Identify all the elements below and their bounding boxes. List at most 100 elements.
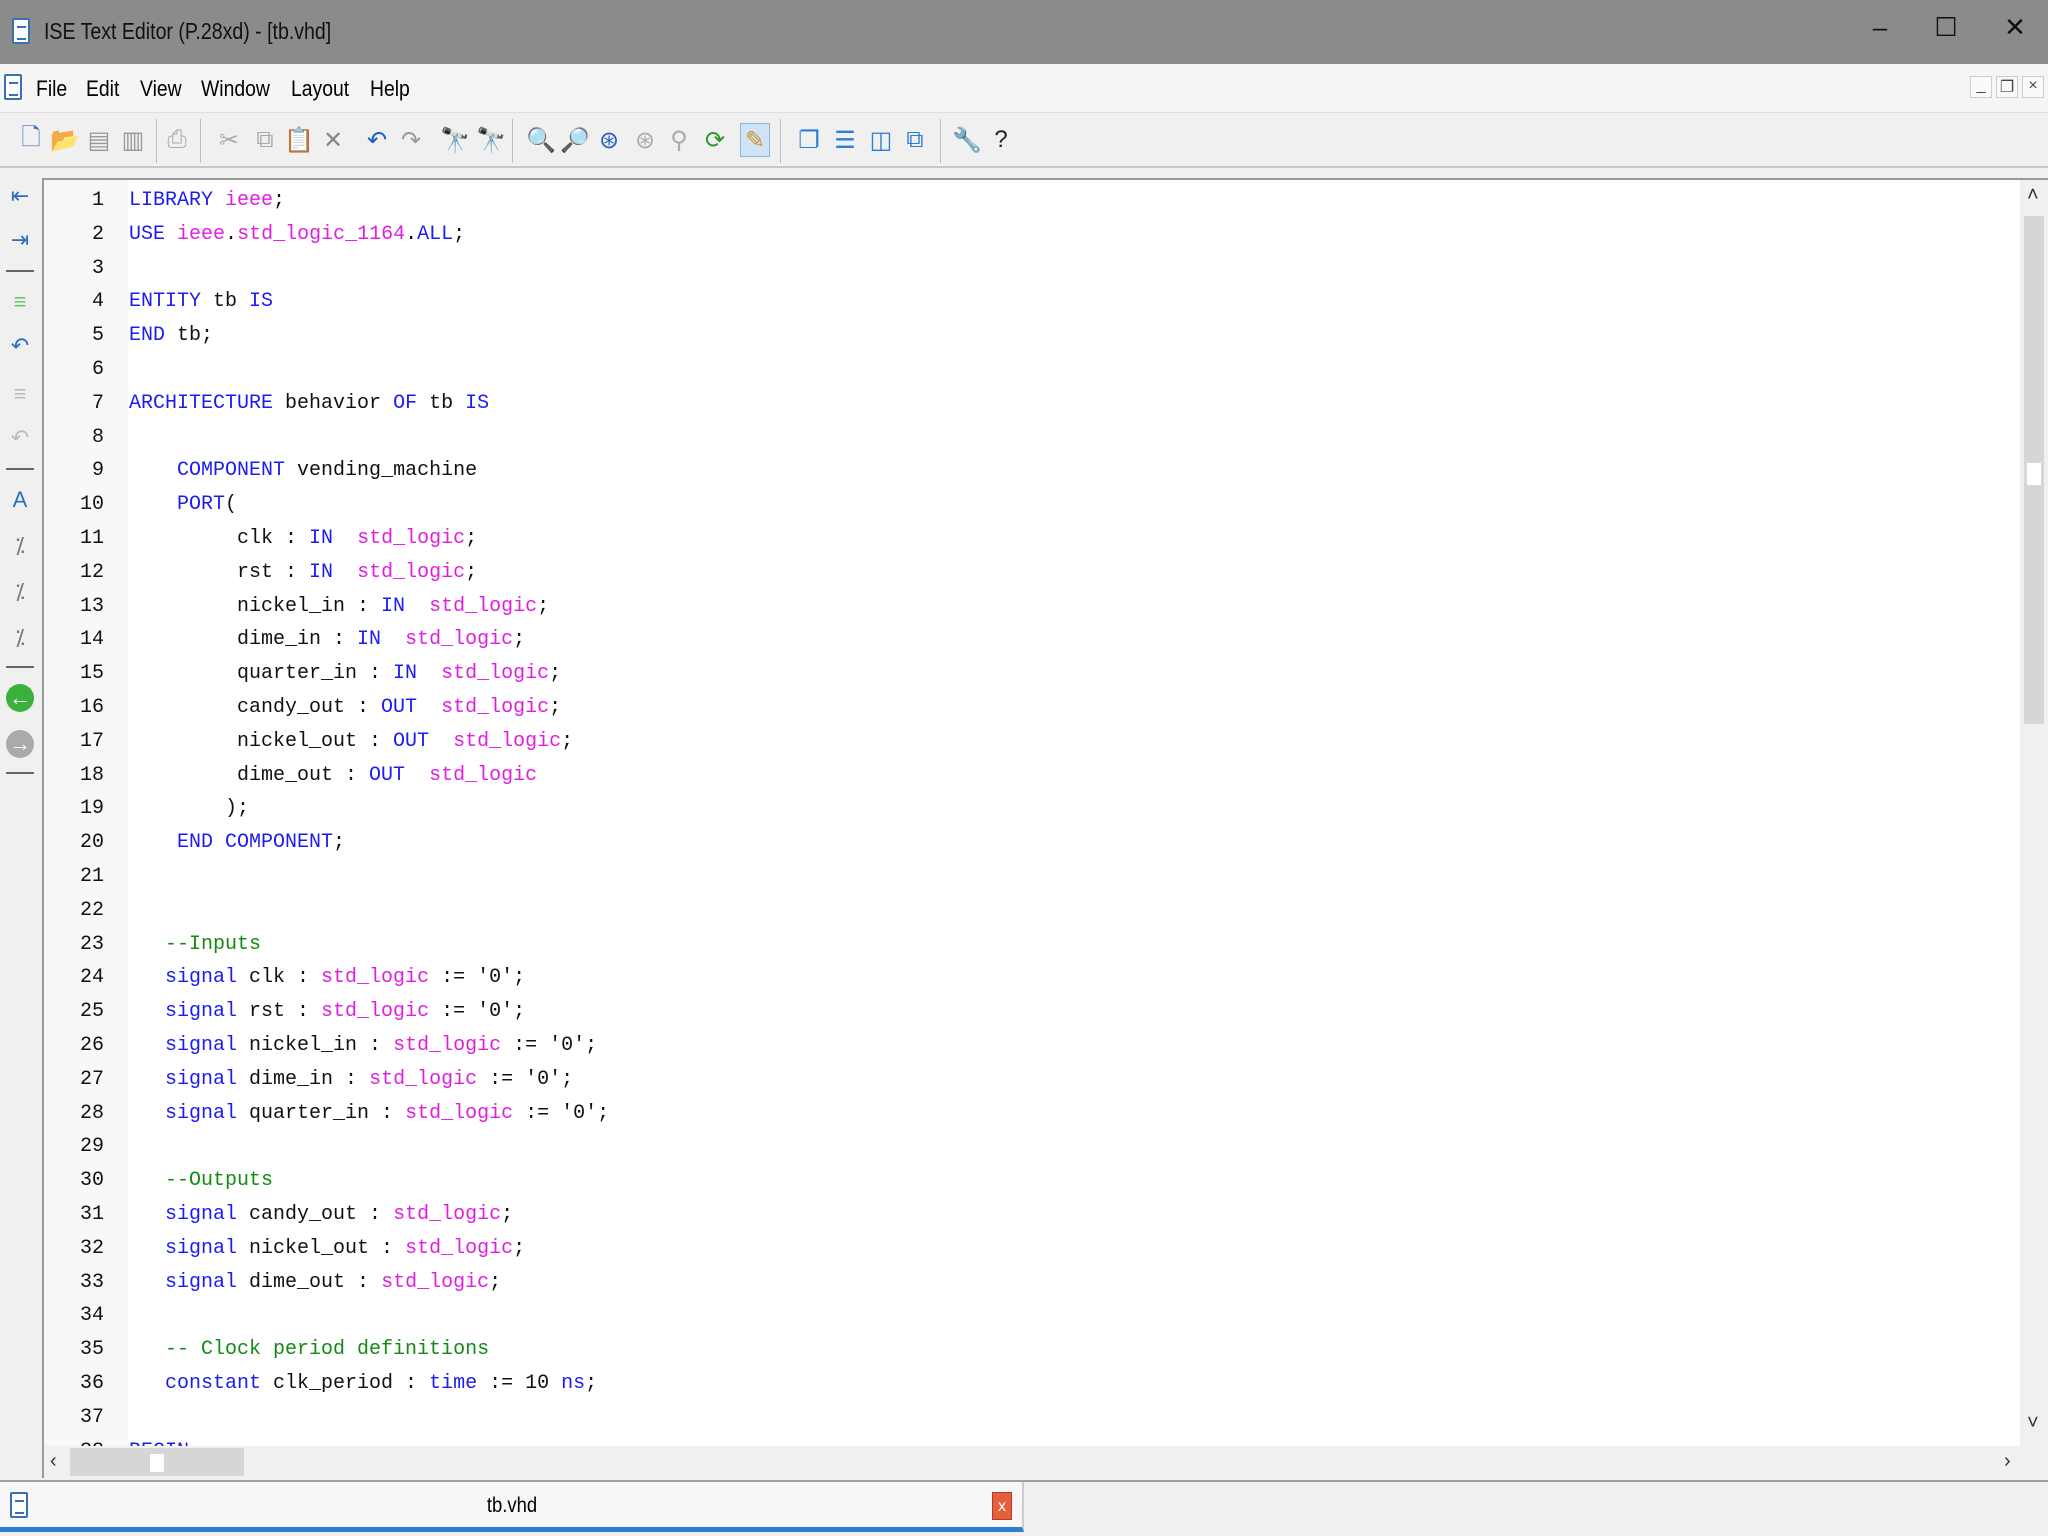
delete-icon[interactable]: ✕ — [318, 123, 348, 157]
tab-close-button[interactable]: x — [992, 1492, 1012, 1520]
vertical-scrollbar[interactable]: ˄ ˅ — [2020, 180, 2048, 1446]
redo-icon[interactable]: ↷ — [396, 123, 426, 157]
find-in-files-icon[interactable]: 🔭 — [476, 123, 506, 157]
undo-icon[interactable]: ↶ — [362, 123, 392, 157]
line-number: 34 — [79, 1304, 104, 1328]
mdi-minimize-button[interactable]: _ — [1970, 76, 1992, 98]
minimize-button[interactable]: – — [1860, 12, 1900, 43]
new-file-icon[interactable]: 🗋 — [16, 123, 46, 157]
zoom-to-icon[interactable]: ⚲ — [664, 123, 694, 157]
keyword-token: signal — [165, 1067, 238, 1091]
zoom-select-icon[interactable]: ⊛ — [630, 123, 660, 157]
line-number: 12 — [79, 560, 104, 584]
line-number: 16 — [79, 696, 104, 719]
uncomment-block-icon[interactable]: ↶ — [6, 424, 34, 452]
zoom-in-icon[interactable]: 🔍 — [526, 123, 556, 157]
scroll-right-arrow-icon[interactable]: › — [2004, 1450, 2011, 1473]
save-all-icon[interactable]: ▥ — [118, 123, 148, 157]
keyword-token: IN — [309, 560, 334, 584]
scroll-left-arrow-icon[interactable]: ‹ — [50, 1450, 57, 1473]
tile-vertical-icon[interactable]: ◫ — [866, 123, 896, 157]
line-number: 14 — [79, 628, 104, 652]
scroll-up-arrow-icon[interactable]: ˄ — [2027, 184, 2039, 207]
menu-file[interactable]: File — [36, 76, 67, 102]
menu-help[interactable]: Help — [370, 76, 410, 102]
find-icon[interactable]: 🔭 — [440, 123, 470, 157]
mdi-restore-button[interactable]: ❐ — [1996, 76, 2018, 98]
type-token: std_logic — [441, 662, 550, 686]
code-line: 37 — [44, 1401, 2004, 1435]
float-window-icon[interactable]: ⧉ — [900, 123, 930, 157]
comment-token: --Inputs — [165, 932, 262, 956]
settings-wrench-icon[interactable]: 🔧 — [952, 123, 982, 157]
line-code: signal rst : std_logic := '0'; — [129, 995, 525, 1029]
go-back-icon[interactable]: ← — [6, 684, 34, 712]
menu-layout[interactable]: Layout — [291, 76, 349, 102]
indent-left-icon[interactable]: ⇤ — [6, 182, 34, 210]
menu-edit[interactable]: Edit — [86, 76, 119, 102]
text-token: ; — [453, 222, 466, 246]
refresh-icon[interactable]: ⟳ — [700, 123, 730, 157]
code-line: 32 signal nickel_out : std_logic; — [44, 1232, 2004, 1266]
tile-horizontal-icon[interactable]: ☰ — [830, 123, 860, 157]
bookmark-prev-icon[interactable]: ⁒ — [6, 578, 34, 606]
cascade-windows-icon[interactable]: ❐ — [794, 123, 824, 157]
toolbar-separator — [200, 119, 201, 163]
close-button[interactable]: ✕ — [1995, 12, 2035, 43]
type-token: std_logic — [405, 628, 514, 652]
paste-icon[interactable]: 📋 — [284, 123, 314, 157]
horizontal-scrollbar[interactable]: ‹ › — [42, 1446, 2048, 1478]
menu-window[interactable]: Window — [201, 76, 270, 102]
menu-view[interactable]: View — [140, 76, 182, 102]
code-line: 8 — [44, 421, 2004, 455]
text-token: dime_in : — [129, 628, 358, 652]
line-number: 29 — [79, 1135, 104, 1159]
code-line: 22 — [44, 894, 2004, 928]
side-separator — [6, 666, 34, 668]
maximize-button[interactable]: ☐ — [1926, 12, 1966, 43]
go-forward-icon[interactable]: → — [6, 730, 34, 758]
line-number: 36 — [79, 1372, 104, 1395]
text-token: . — [405, 222, 418, 246]
cut-icon[interactable]: ✂ — [214, 123, 244, 157]
zoom-out-icon[interactable]: 🔎 — [560, 123, 590, 157]
line-number: 8 — [91, 425, 104, 449]
tab-tb-vhd[interactable]: tb.vhd x — [0, 1482, 1024, 1532]
print-icon[interactable]: ⎙ — [162, 123, 192, 157]
toolbar-separator — [512, 119, 513, 163]
document-icon — [12, 18, 30, 44]
comment-lines-icon[interactable]: ≡ — [6, 288, 34, 316]
indent-right-icon[interactable]: ⇥ — [6, 226, 34, 254]
help-pointer-icon[interactable]: ? — [986, 123, 1016, 157]
keyword-token: LIBRARY — [129, 189, 214, 212]
bookmark-clear-icon[interactable]: ⁒ — [6, 624, 34, 652]
text-token: nickel_in : — [237, 1034, 394, 1057]
open-file-icon[interactable]: 📂 — [50, 123, 80, 157]
line-code: dime_out : OUT std_logic — [129, 759, 537, 793]
code-line: 34 — [44, 1299, 2004, 1333]
text-token: dime_in : — [237, 1067, 370, 1091]
code-line: 13 nickel_in : IN std_logic; — [44, 590, 2004, 624]
document-tab-bar: tb.vhd x — [0, 1480, 2048, 1536]
code-editor[interactable]: 1 LIBRARY ieee; 2 USE ieee.std_logic_1164.A… — [42, 178, 2048, 1446]
bookmark-next-icon[interactable]: ⁒ — [6, 532, 34, 560]
keyword-token: signal — [165, 1270, 238, 1294]
scroll-down-arrow-icon[interactable]: ˅ — [2027, 1412, 2039, 1435]
copy-icon[interactable]: ⧉ — [250, 123, 280, 157]
zoom-full-icon[interactable]: ⊛ — [594, 123, 624, 157]
code-line: 7 ARCHITECTURE behavior OF tb IS — [44, 387, 2004, 421]
mdi-close-button[interactable]: × — [2022, 76, 2044, 98]
bookmark-toggle-icon[interactable]: A — [6, 486, 34, 514]
text-token: ; — [333, 831, 346, 855]
highlight-tool-icon[interactable]: ✎ — [740, 123, 770, 157]
text-token: := '0'; — [513, 1101, 610, 1125]
uncomment-lines-icon[interactable]: ↶ — [6, 332, 34, 360]
comment-block-icon[interactable]: ≡ — [6, 380, 34, 408]
save-icon[interactable]: ▤ — [84, 123, 114, 157]
keyword-token: OUT — [393, 729, 430, 753]
